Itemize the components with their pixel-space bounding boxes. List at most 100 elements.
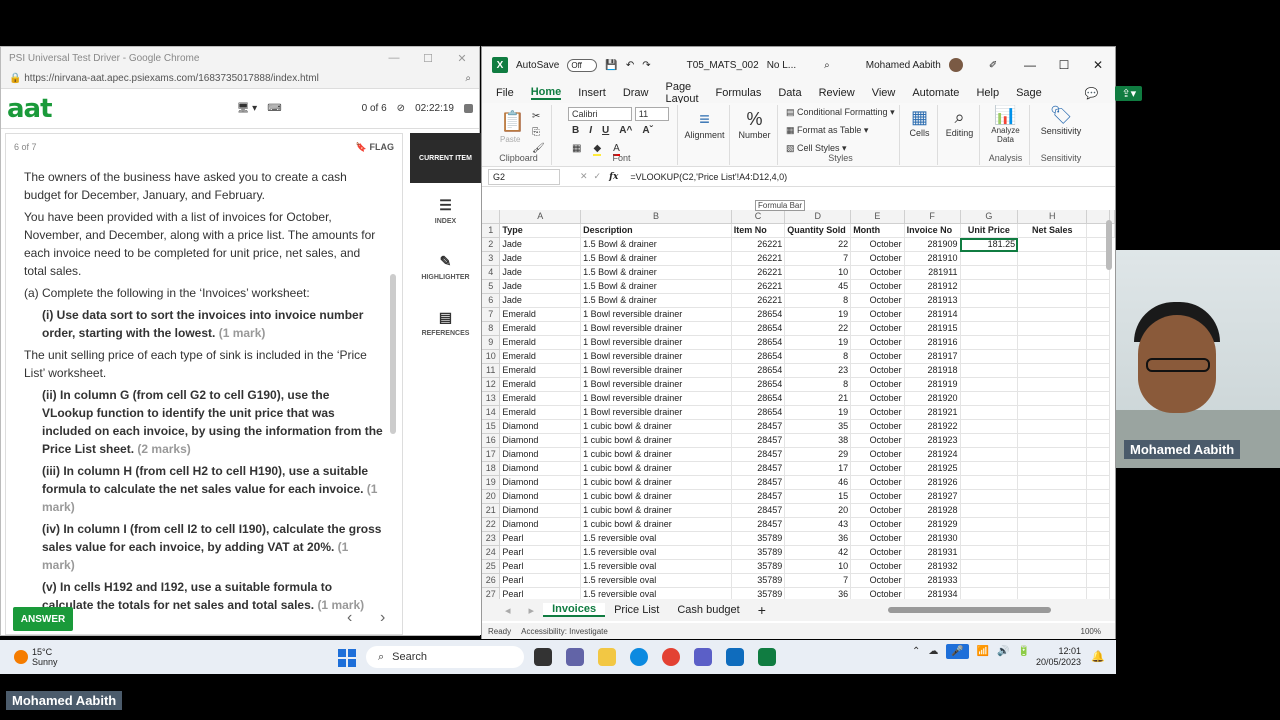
cell[interactable]: 1 cubic bowl & drainer: [580, 475, 732, 490]
row-header[interactable]: 20: [482, 489, 501, 504]
tab-data[interactable]: Data: [778, 87, 801, 99]
cell[interactable]: October: [850, 321, 905, 336]
cell[interactable]: October: [850, 377, 905, 392]
cell[interactable]: 28457: [731, 447, 786, 462]
chrome-icon[interactable]: [662, 648, 680, 666]
cell[interactable]: 1.5 reversible oval: [580, 559, 732, 574]
cell[interactable]: [1086, 405, 1110, 420]
row-header[interactable]: 7: [482, 307, 501, 322]
analyze-data-icon[interactable]: 📊: [982, 105, 1029, 126]
cell[interactable]: 46: [784, 475, 852, 490]
cell[interactable]: [1086, 307, 1110, 322]
row-header[interactable]: 11: [482, 363, 501, 378]
row-header[interactable]: 6: [482, 293, 501, 308]
tab-formulas[interactable]: Formulas: [716, 87, 762, 99]
cell[interactable]: 1 cubic bowl & drainer: [580, 503, 732, 518]
cell[interactable]: [1086, 391, 1110, 406]
cell[interactable]: 281914: [904, 307, 961, 322]
edge-icon[interactable]: [630, 648, 648, 666]
cell[interactable]: [1086, 349, 1110, 364]
header-cell[interactable]: Unit Price: [960, 223, 1019, 238]
cell[interactable]: 281913: [904, 293, 961, 308]
cell[interactable]: [960, 279, 1019, 294]
cell[interactable]: Diamond: [499, 503, 582, 518]
cell[interactable]: October: [850, 279, 905, 294]
bold-button[interactable]: B: [572, 125, 579, 136]
cell[interactable]: [1086, 531, 1110, 546]
keyboard-icon[interactable]: ⌨: [267, 103, 281, 114]
cell[interactable]: 7: [784, 573, 852, 588]
cell[interactable]: Diamond: [499, 517, 582, 532]
fx-icon[interactable]: fx: [609, 172, 618, 182]
stop-icon[interactable]: [464, 104, 473, 113]
cell[interactable]: [1017, 349, 1088, 364]
cell[interactable]: 22: [784, 321, 852, 336]
battery-icon[interactable]: 🔋: [1018, 646, 1030, 657]
autosave-toggle[interactable]: Off: [567, 58, 598, 72]
cell[interactable]: 17: [784, 461, 852, 476]
column-header[interactable]: B: [580, 210, 732, 224]
cell[interactable]: 22: [784, 237, 852, 252]
cell[interactable]: 28654: [731, 307, 786, 322]
header-cell[interactable]: Quantity Sold: [784, 223, 852, 238]
outlook-icon[interactable]: [726, 648, 744, 666]
cell[interactable]: 42: [784, 545, 852, 560]
user-name[interactable]: Mohamed Aabith: [866, 60, 941, 71]
cell[interactable]: 35789: [731, 545, 786, 560]
enter-icon[interactable]: ✓: [594, 171, 602, 182]
row-header[interactable]: 19: [482, 475, 501, 490]
header-cell[interactable]: Month: [850, 223, 905, 238]
label-status[interactable]: No L...: [767, 60, 796, 71]
cell[interactable]: 28457: [731, 503, 786, 518]
cell[interactable]: 1.5 Bowl & drainer: [580, 251, 732, 266]
pen-icon[interactable]: ✐: [989, 60, 997, 71]
file-explorer-icon[interactable]: [598, 648, 616, 666]
cell[interactable]: [960, 475, 1019, 490]
cell[interactable]: Emerald: [499, 321, 582, 336]
monitor-icon[interactable]: 🖥 ▾: [237, 103, 258, 114]
cell[interactable]: October: [850, 307, 905, 322]
cell[interactable]: 20: [784, 503, 852, 518]
cell[interactable]: 1 Bowl reversible drainer: [580, 405, 732, 420]
cell[interactable]: 1 Bowl reversible drainer: [580, 335, 732, 350]
cell[interactable]: 28654: [731, 349, 786, 364]
row-header[interactable]: 3: [482, 251, 501, 266]
weather-widget[interactable]: 15°C Sunny: [14, 647, 58, 667]
add-sheet-icon[interactable]: +: [749, 602, 775, 618]
task-view-icon[interactable]: [534, 648, 552, 666]
nav-references[interactable]: ▤ REFERENCES: [410, 295, 481, 351]
minimize-button[interactable]: —: [377, 52, 411, 65]
column-header[interactable]: H: [1017, 210, 1088, 224]
cell[interactable]: [1017, 279, 1088, 294]
cell[interactable]: October: [850, 545, 905, 560]
cell[interactable]: 35789: [731, 573, 786, 588]
cell[interactable]: 281916: [904, 335, 961, 350]
tab-home[interactable]: Home: [530, 86, 562, 100]
tab-sage[interactable]: Sage: [1016, 87, 1042, 99]
cell[interactable]: 281924: [904, 447, 961, 462]
cell[interactable]: [1017, 517, 1088, 532]
cell[interactable]: 1 Bowl reversible drainer: [580, 349, 732, 364]
row-header[interactable]: 2: [482, 237, 501, 252]
cell[interactable]: [960, 433, 1019, 448]
cell[interactable]: Emerald: [499, 377, 582, 392]
cell[interactable]: [1017, 321, 1088, 336]
cell[interactable]: [960, 447, 1019, 462]
cell[interactable]: Emerald: [499, 307, 582, 322]
column-header[interactable]: D: [784, 210, 852, 224]
row-header[interactable]: 16: [482, 433, 501, 448]
cell[interactable]: 1 cubic bowl & drainer: [580, 419, 732, 434]
cell[interactable]: [960, 531, 1019, 546]
cell[interactable]: October: [850, 293, 905, 308]
row-header[interactable]: 8: [482, 321, 501, 336]
cell[interactable]: Jade: [499, 265, 582, 280]
cell[interactable]: 281926: [904, 475, 961, 490]
sheet-tab-price-list[interactable]: Price List: [605, 604, 668, 616]
cell[interactable]: October: [850, 573, 905, 588]
cell[interactable]: 281918: [904, 363, 961, 378]
cell[interactable]: [1086, 545, 1110, 560]
cell[interactable]: [1086, 447, 1110, 462]
column-header[interactable]: G: [960, 210, 1019, 224]
cell[interactable]: 281921: [904, 405, 961, 420]
column-header[interactable]: C: [731, 210, 786, 224]
